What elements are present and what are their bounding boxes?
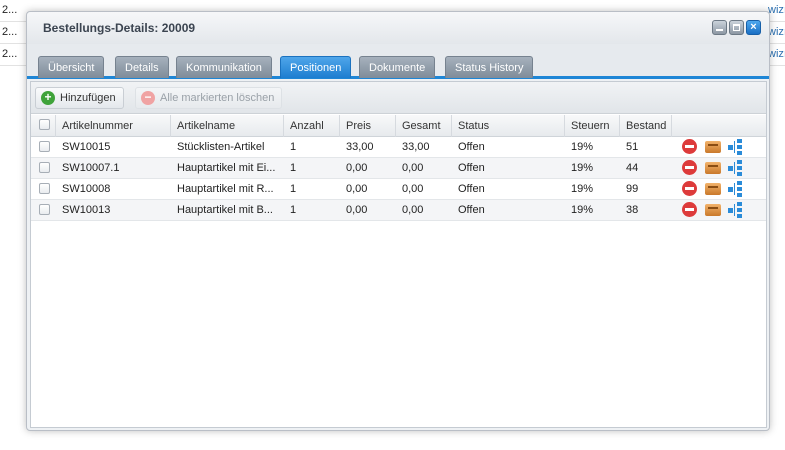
add-position-label: Hinzufügen	[60, 92, 116, 104]
column-header-tax[interactable]: Steuern	[565, 115, 620, 137]
row-checkbox[interactable]	[39, 141, 50, 152]
background-row-id: 2...	[2, 26, 18, 38]
tree-icon[interactable]	[728, 139, 744, 155]
delete-icon[interactable]	[682, 139, 697, 154]
cell-price: 0,00	[346, 162, 368, 174]
cell-articlename: Hauptartikel mit R...	[177, 183, 274, 195]
cell-quantity: 1	[290, 204, 297, 216]
background-row-link[interactable]: wizı	[768, 4, 785, 16]
cell-articlename: Hauptartikel mit Ei...	[177, 162, 276, 174]
cell-total: 0,00	[402, 162, 424, 174]
cell-articlename: Stücklisten-Artikel	[177, 141, 265, 153]
column-header-total[interactable]: Gesamt	[396, 115, 452, 137]
cell-stock: 51	[626, 141, 639, 153]
remove-icon: −	[141, 91, 155, 105]
table-row[interactable]: SW10013 Hauptartikel mit B... 1 0,00 0,0…	[31, 200, 766, 221]
table-row[interactable]: SW10007.1 Hauptartikel mit Ei... 1 0,00 …	[31, 158, 766, 179]
positions-toolbar: + Hinzufügen − Alle markierten löschen	[31, 82, 766, 114]
tab-dokumente[interactable]: Dokumente	[359, 56, 436, 78]
cell-status: Offen	[458, 204, 485, 216]
background-row-id: 2...	[2, 4, 18, 16]
column-header-articlename[interactable]: Artikelname	[171, 115, 284, 137]
delete-icon[interactable]	[682, 181, 697, 196]
tab-bar: Übersicht Details Kommunikation Position…	[27, 44, 769, 79]
cell-total: 0,00	[402, 183, 424, 195]
article-box-icon[interactable]	[705, 141, 721, 153]
cell-stock: 99	[626, 183, 639, 195]
cell-articlename: Hauptartikel mit B...	[177, 204, 273, 216]
select-all-checkbox[interactable]	[39, 119, 50, 130]
column-header-status[interactable]: Status	[452, 115, 565, 137]
column-header-stock[interactable]: Bestand	[620, 115, 672, 137]
row-checkbox[interactable]	[39, 183, 50, 194]
add-icon: +	[41, 91, 55, 105]
cell-stock: 38	[626, 204, 639, 216]
article-box-icon[interactable]	[705, 183, 721, 195]
cell-total: 33,00	[402, 141, 430, 153]
background-row-id: 2...	[2, 48, 18, 60]
cell-stock: 44	[626, 162, 639, 174]
delete-selected-label: Alle markierten löschen	[160, 92, 275, 104]
tree-icon[interactable]	[728, 202, 744, 218]
cell-tax: 19%	[571, 204, 594, 216]
article-box-icon[interactable]	[705, 162, 721, 174]
tab-positionen[interactable]: Positionen	[280, 56, 352, 78]
add-position-button[interactable]: + Hinzufügen	[35, 87, 124, 109]
cell-total: 0,00	[402, 204, 424, 216]
maximize-icon[interactable]	[729, 20, 744, 35]
cell-articlenumber: SW10013	[62, 204, 111, 216]
minimize-icon[interactable]	[712, 20, 727, 35]
window-tools: ×	[712, 20, 761, 35]
background-row-link[interactable]: wizı	[768, 48, 785, 60]
background-row-link[interactable]: wizı	[768, 26, 785, 38]
tab-uebersicht[interactable]: Übersicht	[38, 56, 105, 78]
tab-kommunikation[interactable]: Kommunikation	[176, 56, 272, 78]
tree-icon[interactable]	[728, 181, 744, 197]
window-title: Bestellungs-Details: 20009	[43, 21, 196, 35]
row-checkbox[interactable]	[39, 204, 50, 215]
order-details-window: Bestellungs-Details: 20009 × Übersicht D…	[26, 11, 770, 431]
window-header[interactable]: Bestellungs-Details: 20009 ×	[27, 12, 769, 44]
cell-articlenumber: SW10007.1	[62, 162, 120, 174]
cell-articlenumber: SW10015	[62, 141, 111, 153]
delete-icon[interactable]	[682, 202, 697, 217]
cell-quantity: 1	[290, 162, 297, 174]
column-header-quantity[interactable]: Anzahl	[284, 115, 340, 137]
select-all-cell	[31, 115, 56, 137]
cell-articlenumber: SW10008	[62, 183, 111, 195]
tab-details[interactable]: Details	[115, 56, 169, 78]
cell-tax: 19%	[571, 141, 594, 153]
cell-status: Offen	[458, 162, 485, 174]
column-header-articlenumber[interactable]: Artikelnummer	[56, 115, 171, 137]
cell-price: 0,00	[346, 183, 368, 195]
positions-panel: + Hinzufügen − Alle markierten löschen A…	[30, 81, 767, 428]
table-row[interactable]: SW10008 Hauptartikel mit R... 1 0,00 0,0…	[31, 179, 766, 200]
cell-status: Offen	[458, 141, 485, 153]
close-icon[interactable]: ×	[746, 20, 761, 35]
article-box-icon[interactable]	[705, 204, 721, 216]
delete-selected-button[interactable]: − Alle markierten löschen	[135, 87, 283, 109]
row-checkbox[interactable]	[39, 162, 50, 173]
cell-quantity: 1	[290, 183, 297, 195]
tree-icon[interactable]	[728, 160, 744, 176]
table-row[interactable]: SW10015 Stücklisten-Artikel 1 33,00 33,0…	[31, 137, 766, 158]
column-header-actions	[672, 115, 766, 137]
grid-header: Artikelnummer Artikelname Anzahl Preis G…	[31, 115, 766, 137]
cell-tax: 19%	[571, 183, 594, 195]
cell-price: 0,00	[346, 204, 368, 216]
cell-status: Offen	[458, 183, 485, 195]
delete-icon[interactable]	[682, 160, 697, 175]
cell-quantity: 1	[290, 141, 297, 153]
column-header-price[interactable]: Preis	[340, 115, 396, 137]
cell-tax: 19%	[571, 162, 594, 174]
tab-status-history[interactable]: Status History	[445, 56, 534, 78]
cell-price: 33,00	[346, 141, 374, 153]
